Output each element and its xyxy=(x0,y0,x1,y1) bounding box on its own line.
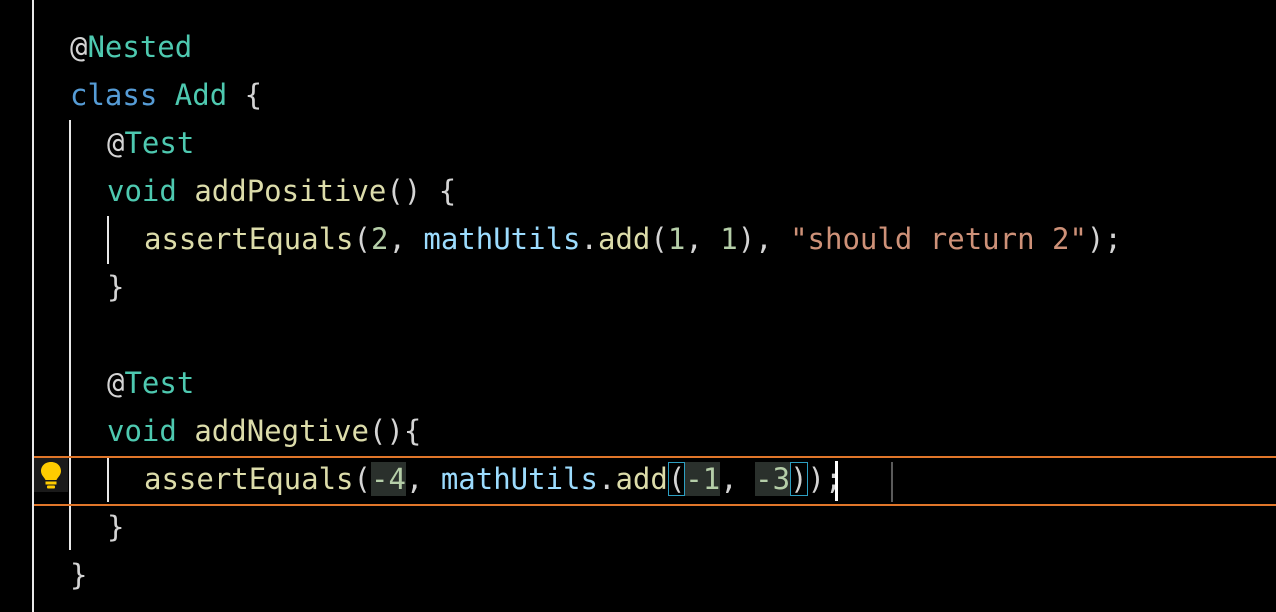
code-line-4: void addPositive() { xyxy=(107,167,456,215)
code-line-5: assertEquals(2, mathUtils.add(1, 1), "sh… xyxy=(144,215,1122,263)
code-line-12: } xyxy=(70,551,87,599)
brace: } xyxy=(107,510,125,544)
number-literal: -4 xyxy=(370,462,406,496)
punctuation: , xyxy=(685,222,721,256)
string-literal: "should return 2" xyxy=(790,222,1087,256)
brace: } xyxy=(107,270,125,304)
brace: } xyxy=(70,558,88,592)
indent-guide-method-1 xyxy=(107,216,109,264)
annotation-at: @ xyxy=(107,126,125,160)
number-literal: -3 xyxy=(755,462,791,496)
function-call: assertEquals xyxy=(144,222,354,256)
bracket-match-open: ( xyxy=(667,462,686,496)
punctuation: () { xyxy=(386,174,457,208)
function-call: assertEquals xyxy=(144,462,354,496)
punctuation: (){ xyxy=(368,414,422,448)
method-call: add xyxy=(615,462,668,496)
punctuation: ( xyxy=(650,222,668,256)
lightbulb-icon xyxy=(41,462,61,489)
code-line-11: } xyxy=(107,503,124,551)
punctuation: , xyxy=(720,462,756,496)
punctuation: , xyxy=(388,222,424,256)
punctuation: ); xyxy=(1086,222,1122,256)
code-line-10[interactable]: assertEquals(-4, mathUtils.add(-1, -3)); xyxy=(144,455,842,503)
keyword-void: void xyxy=(107,174,177,208)
code-line-6: } xyxy=(107,263,124,311)
brace: { xyxy=(244,78,263,112)
punctuation: , xyxy=(405,462,441,496)
code-action-button[interactable] xyxy=(34,458,68,492)
annotation-at: @ xyxy=(70,30,88,64)
number-literal: 1 xyxy=(720,222,738,256)
punctuation: . xyxy=(580,222,598,256)
code-line-1: @Nested xyxy=(70,23,192,71)
code-editor[interactable]: @Nested class Add { @Test void addPositi… xyxy=(0,0,1276,612)
keyword-void: void xyxy=(107,414,177,448)
gutter-border xyxy=(32,0,34,612)
punctuation: ), xyxy=(737,222,791,256)
variable: mathUtils xyxy=(423,222,581,256)
code-line-3: @Test xyxy=(107,119,194,167)
annotation-name: Test xyxy=(124,126,195,160)
punctuation: . xyxy=(597,462,616,496)
number-literal: 2 xyxy=(370,222,389,256)
end-of-line-marker xyxy=(891,462,893,502)
code-line-8: @Test xyxy=(107,359,194,407)
annotation-name: Nested xyxy=(87,30,193,64)
code-line-2: class Add { xyxy=(70,71,262,119)
method-call: add xyxy=(597,222,651,256)
class-name: Add xyxy=(174,78,228,112)
punctuation: ( xyxy=(353,222,371,256)
punctuation: ( xyxy=(353,462,371,496)
bracket-match-close: ) xyxy=(790,462,808,496)
method-name: addPositive xyxy=(194,174,387,208)
annotation-name: Test xyxy=(124,366,195,400)
number-literal: 1 xyxy=(667,222,686,256)
method-name: addNegtive xyxy=(194,414,369,448)
code-line-9: void addNegtive(){ xyxy=(107,407,421,455)
variable: mathUtils xyxy=(440,462,598,496)
number-literal: -1 xyxy=(685,462,721,496)
text-cursor xyxy=(835,461,838,501)
keyword: class xyxy=(70,78,158,112)
annotation-at: @ xyxy=(107,366,125,400)
